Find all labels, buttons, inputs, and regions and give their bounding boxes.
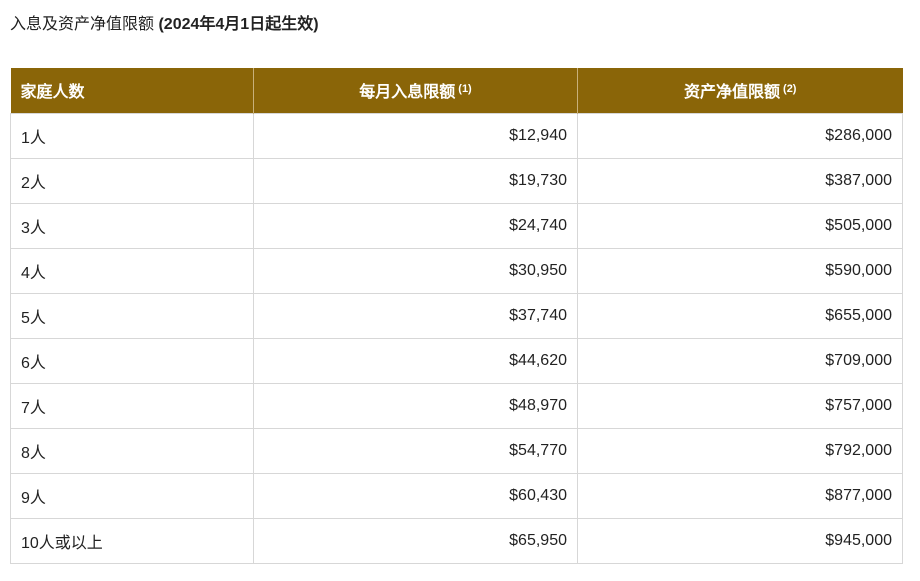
monthly-income-limit-cell: $65,950: [253, 517, 578, 564]
table-row: 3人 $24,740 $505,000: [10, 202, 903, 249]
monthly-income-limit-cell: $30,950: [253, 247, 578, 294]
table-row: 2人 $19,730 $387,000: [10, 157, 903, 204]
header-household-size: 家庭人数: [10, 68, 254, 113]
net-asset-limit-cell: $709,000: [577, 337, 903, 384]
net-asset-limit-cell: $387,000: [577, 157, 903, 204]
net-asset-limit-cell: $590,000: [577, 247, 903, 294]
net-asset-limit-cell: $505,000: [577, 202, 903, 249]
household-size-cell: 2人: [10, 157, 254, 204]
net-asset-limit-cell: $757,000: [577, 382, 903, 429]
net-asset-limit-cell: $286,000: [577, 112, 903, 159]
monthly-income-limit-cell: $37,740: [253, 292, 578, 339]
monthly-income-limit-cell: $48,970: [253, 382, 578, 429]
table-row: 6人 $44,620 $709,000: [10, 337, 903, 384]
household-size-cell: 4人: [10, 247, 254, 294]
table-row: 5人 $37,740 $655,000: [10, 292, 903, 339]
household-size-cell: 6人: [10, 337, 254, 384]
income-asset-limits-table: 家庭人数 每月入息限额 (1) 资产净值限额 (2) 1人 $12,940 $286…: [10, 68, 903, 564]
header-monthly-income-limit-label: 每月入息限额: [359, 84, 456, 102]
table-row: 10人或以上 $65,950 $945,000: [10, 517, 903, 564]
table-row: 9人 $60,430 $877,000: [10, 472, 903, 519]
monthly-income-limit-cell: $60,430: [253, 472, 578, 519]
household-size-cell: 3人: [10, 202, 254, 249]
household-size-cell: 1人: [10, 112, 254, 159]
household-size-cell: 5人: [10, 292, 254, 339]
header-net-asset-limit: 资产净值限额 (2): [577, 68, 903, 113]
table-row: 7人 $48,970 $757,000: [10, 382, 903, 429]
net-asset-limit-cell: $945,000: [577, 517, 903, 564]
table-header-row: 家庭人数 每月入息限额 (1) 资产净值限额 (2): [10, 68, 903, 113]
monthly-income-limit-cell: $24,740: [253, 202, 578, 249]
net-asset-limit-cell: $792,000: [577, 427, 903, 474]
net-asset-limit-cell: $877,000: [577, 472, 903, 519]
effective-date-note: (2024年4月1日起生效): [158, 16, 319, 33]
household-size-cell: 8人: [10, 427, 254, 474]
header-household-size-label: 家庭人数: [20, 84, 85, 102]
monthly-income-limit-cell: $44,620: [253, 337, 578, 384]
footnote-marker-2: (2): [783, 83, 797, 96]
page-heading: 入息及资产净值限额 (2024年4月1日起生效): [10, 14, 319, 36]
household-size-cell: 9人: [10, 472, 254, 519]
monthly-income-limit-cell: $54,770: [253, 427, 578, 474]
header-net-asset-limit-label: 资产净值限额: [684, 84, 781, 102]
table-row: 1人 $12,940 $286,000: [10, 112, 903, 159]
table-row: 8人 $54,770 $792,000: [10, 427, 903, 474]
table-row: 4人 $30,950 $590,000: [10, 247, 903, 294]
footnote-marker-1: (1): [458, 83, 472, 96]
monthly-income-limit-cell: $12,940: [253, 112, 578, 159]
page-title: 入息及资产净值限额: [10, 16, 155, 33]
header-monthly-income-limit: 每月入息限额 (1): [253, 68, 578, 113]
monthly-income-limit-cell: $19,730: [253, 157, 578, 204]
net-asset-limit-cell: $655,000: [577, 292, 903, 339]
household-size-cell: 7人: [10, 382, 254, 429]
household-size-cell: 10人或以上: [10, 517, 254, 564]
